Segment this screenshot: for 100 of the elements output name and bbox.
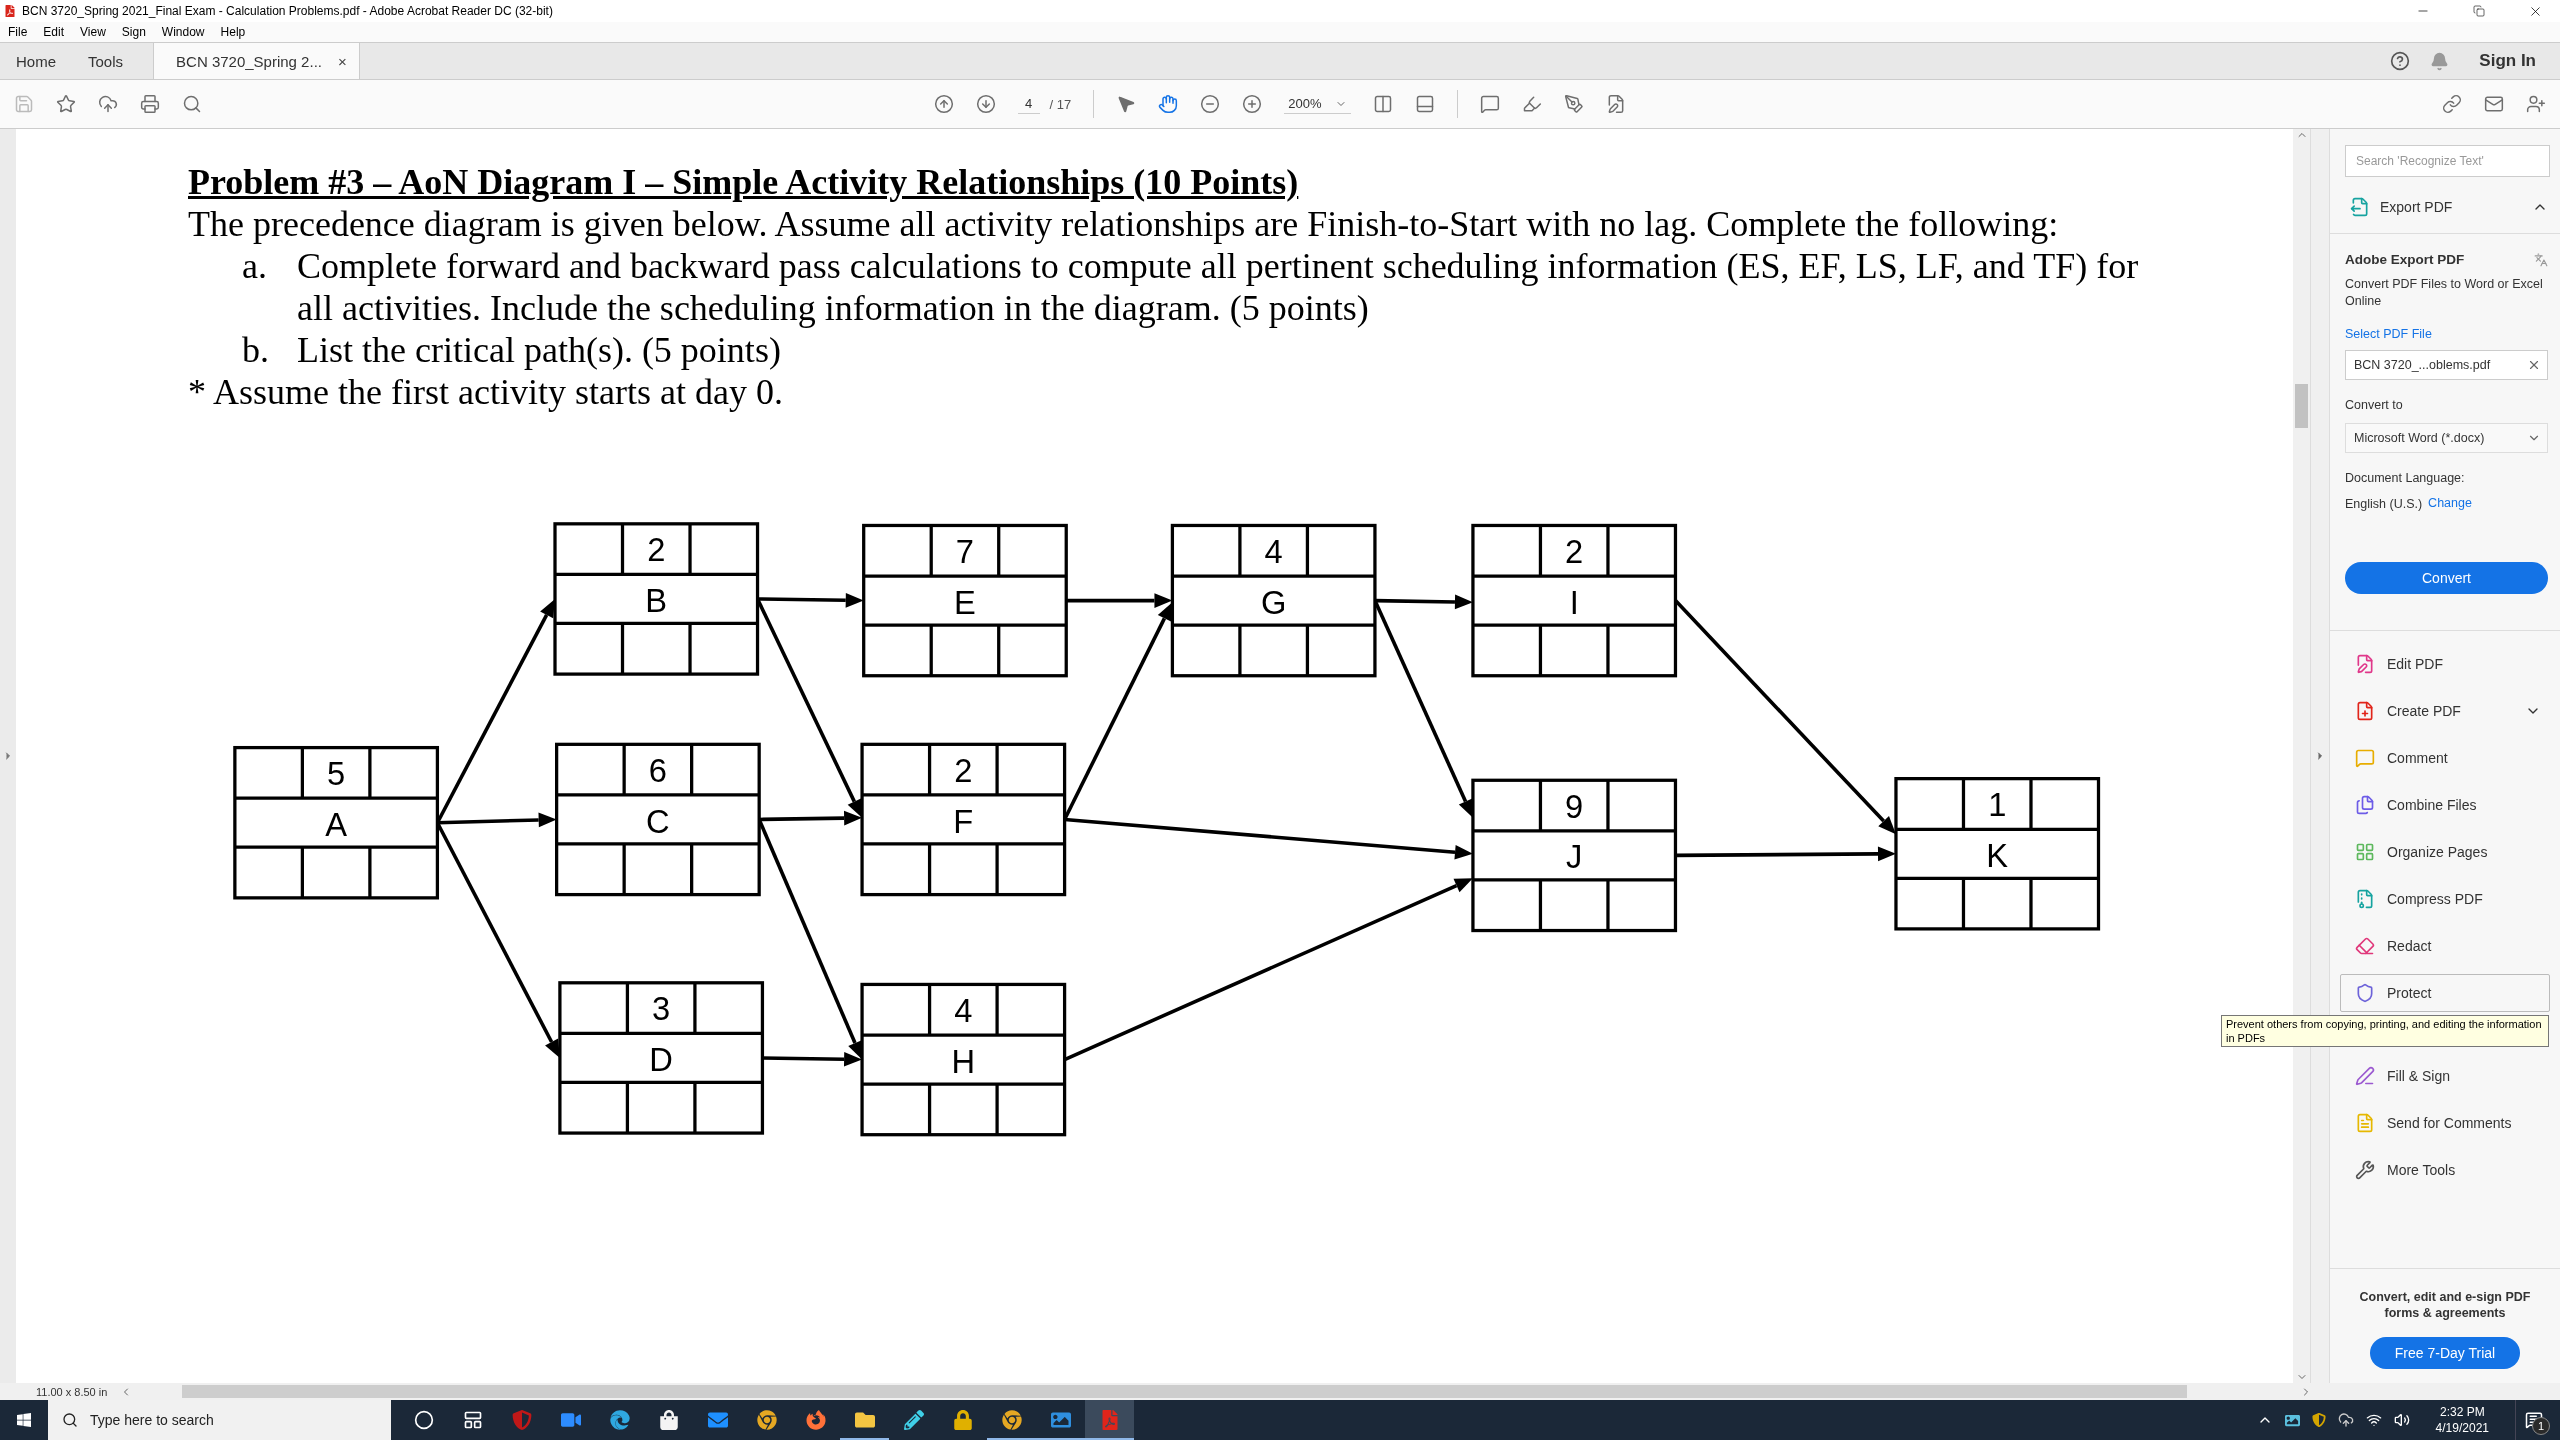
- scrollbar-thumb[interactable]: [2295, 384, 2308, 428]
- hand-icon[interactable]: [1158, 94, 1179, 114]
- tool-item[interactable]: Send for Comments: [2340, 1104, 2550, 1142]
- notification-button[interactable]: 1: [2515, 1400, 2552, 1440]
- duration-label: 2: [647, 531, 666, 569]
- tool-label: Edit PDF: [2387, 656, 2444, 672]
- date: 4/19/2021: [2435, 1420, 2489, 1436]
- help-icon[interactable]: [2390, 51, 2411, 71]
- menu-item[interactable]: Sign: [121, 25, 146, 39]
- tool-item[interactable]: Organize Pages: [2340, 833, 2550, 871]
- export-icon: [2350, 197, 2370, 217]
- tool-item[interactable]: Compress PDF: [2340, 880, 2550, 918]
- menu-item[interactable]: Window: [161, 25, 205, 39]
- folder-icon: [854, 1410, 875, 1430]
- duration-label: 2: [954, 751, 973, 789]
- duration-label: 7: [955, 533, 975, 571]
- tab[interactable]: BCN 3720_Spring 2... ×: [153, 43, 360, 79]
- link-icon[interactable]: [2442, 94, 2462, 114]
- tool-label: Create PDF: [2387, 703, 2462, 719]
- list-marker: a.: [242, 245, 268, 288]
- tool-item[interactable]: Create PDF: [2340, 692, 2550, 730]
- trial-button[interactable]: Free 7-Day Trial: [2370, 1337, 2520, 1369]
- windows-logo-icon: [16, 1412, 32, 1428]
- duration-label: 6: [648, 751, 667, 789]
- browser-icon: [1001, 1410, 1022, 1430]
- activity-label: I: [1569, 583, 1579, 621]
- duration-label: 3: [652, 990, 671, 1028]
- select-file-link[interactable]: Select PDF File: [2345, 327, 2548, 341]
- list-marker: b.: [242, 329, 270, 371]
- notification-count: 1: [2532, 1417, 2550, 1435]
- list-item-text: List the critical path(s). (5 points): [297, 329, 781, 371]
- instructions-text: The precedence diagram is given below. Assume all activity relationships are Finish-to-Start with no lag. Complete the following:: [188, 203, 2060, 245]
- export-description: Convert PDF Files to Word or Excel Online: [2345, 276, 2544, 310]
- sign-in-link[interactable]: Sign In: [2459, 51, 2560, 71]
- add-user-icon[interactable]: [2526, 94, 2546, 114]
- fit-page-icon[interactable]: [1373, 94, 1394, 114]
- pen-icon[interactable]: [1564, 94, 1585, 114]
- menu-item[interactable]: View: [80, 25, 106, 39]
- export-pdf-title: Export PDF: [2380, 199, 2454, 215]
- pen-icon: [2355, 1066, 2375, 1086]
- wrench-icon: [2355, 1160, 2375, 1180]
- tray-app-icon[interactable]: [2284, 1412, 2300, 1428]
- pdf-icon: [4, 5, 16, 17]
- cloud-upload-icon[interactable]: [98, 94, 118, 114]
- tab-close[interactable]: ×: [337, 52, 347, 70]
- taskbar-search-field[interactable]: Type here to search: [48, 1400, 391, 1440]
- mail-icon[interactable]: [2484, 94, 2504, 114]
- zoom-field[interactable]: 200%: [1284, 94, 1352, 114]
- menu-item[interactable]: File: [8, 25, 28, 39]
- tool-item[interactable]: Comment: [2340, 739, 2550, 777]
- browser-icon: [609, 1410, 630, 1430]
- duration-label: 1: [1988, 786, 2007, 824]
- clock[interactable]: 2:32 PM 4/19/2021: [2421, 1404, 2503, 1436]
- scrollbar-thumb[interactable]: [182, 1385, 2187, 1398]
- clear-icon[interactable]: [2527, 358, 2541, 372]
- tool-item[interactable]: Fill & Sign: [2340, 1057, 2550, 1095]
- format-dropdown[interactable]: Microsoft Word (*.docx): [2345, 423, 2548, 453]
- tray-app-icon[interactable]: [2311, 1413, 2326, 1427]
- tool-item[interactable]: More Tools: [2340, 1151, 2550, 1189]
- change-link[interactable]: Change: [2428, 496, 2472, 513]
- language-icon[interactable]: [2534, 252, 2548, 267]
- comment-icon[interactable]: [1480, 94, 1501, 114]
- tool-item[interactable]: Redact: [2340, 927, 2550, 965]
- zoom-in-icon[interactable]: [1242, 94, 1263, 114]
- activity-label: E: [954, 583, 976, 621]
- speech-bubble-icon: [2355, 748, 2375, 768]
- arrow-up-icon[interactable]: [933, 94, 954, 114]
- search-icon[interactable]: [182, 94, 202, 114]
- scroll-mode-icon[interactable]: [1415, 94, 1436, 114]
- tab[interactable]: Home: [0, 43, 72, 79]
- star-icon[interactable]: [56, 94, 76, 114]
- tool-item[interactable]: Edit PDF: [2340, 645, 2550, 683]
- page-number-field[interactable]: 4: [1017, 94, 1040, 114]
- activity-label: D: [649, 1041, 673, 1078]
- cloud-icon[interactable]: [2337, 1412, 2354, 1428]
- format-value: Microsoft Word (*.docx): [2354, 431, 2485, 445]
- activity-label: J: [1566, 838, 1583, 876]
- pointer-icon[interactable]: [1116, 94, 1137, 114]
- search-field[interactable]: Search 'Recognize Text': [2345, 145, 2550, 177]
- highlighter-icon[interactable]: [1522, 94, 1543, 114]
- printer-icon[interactable]: [140, 94, 160, 114]
- wifi-icon[interactable]: [2365, 1412, 2382, 1428]
- envelope-icon: [707, 1410, 728, 1430]
- promo-text: Convert, edit and e-sign PDF forms & agreements: [2358, 1289, 2532, 1321]
- menu-item[interactable]: Help: [220, 25, 246, 39]
- shield-icon: [2355, 983, 2375, 1003]
- note-text: * Assume the first activity starts at day 0.: [188, 371, 784, 413]
- file-field[interactable]: BCN 3720_...oblems.pdf: [2345, 350, 2548, 380]
- volume-icon[interactable]: [2393, 1412, 2410, 1428]
- zoom-out-icon[interactable]: [1200, 94, 1221, 114]
- tool-item[interactable]: Combine Files: [2340, 786, 2550, 824]
- tab[interactable]: Tools: [72, 43, 140, 79]
- export-pdf-header[interactable]: Export PDF: [2330, 181, 2560, 234]
- arrow-down-icon[interactable]: [975, 94, 996, 114]
- activity-label: F: [953, 802, 974, 840]
- menu-item[interactable]: Edit: [43, 25, 65, 39]
- convert-button[interactable]: Convert: [2345, 562, 2548, 594]
- pencil-icon: [903, 1410, 924, 1430]
- tool-label: Protect: [2387, 985, 2433, 1001]
- grid-icon: [2355, 842, 2375, 862]
